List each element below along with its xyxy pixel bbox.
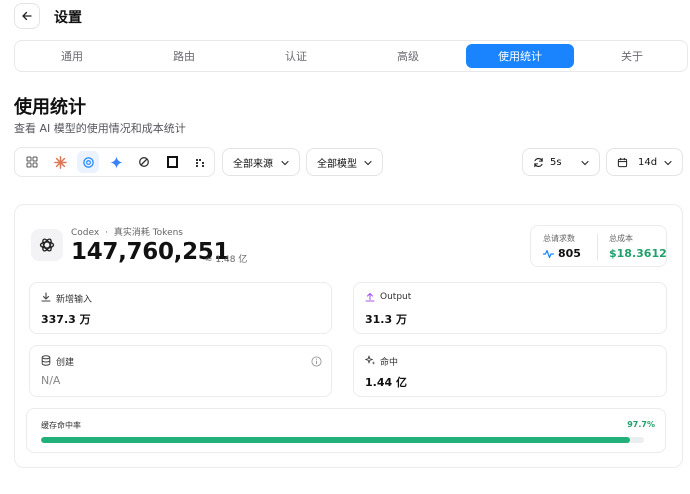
- top-bar: 设置: [0, 0, 690, 32]
- create-value: N/A: [41, 374, 61, 387]
- calendar-icon: [617, 157, 628, 168]
- cache-hit-rate-value: 97.7%: [627, 420, 655, 429]
- tokens-label: 真实消耗 Tokens: [113, 228, 184, 238]
- provider-square-button[interactable]: [161, 151, 183, 173]
- refresh-interval-label: 5s: [550, 156, 562, 168]
- tab-about[interactable]: 关于: [578, 44, 686, 68]
- refresh-icon: [534, 157, 543, 168]
- requests-value: 805: [558, 247, 581, 260]
- section-title: 使用统计: [14, 97, 86, 118]
- upload-icon: [365, 292, 375, 302]
- grid-icon: [26, 156, 38, 168]
- provider-all-button[interactable]: [21, 151, 43, 173]
- caption-separator: ·: [105, 228, 108, 238]
- usage-stats-card: Codex · 真实消耗 Tokens 147,760,251 ≈ 1.48 亿…: [14, 204, 683, 468]
- arrow-left-icon: [22, 11, 32, 21]
- claude-icon: [53, 155, 67, 169]
- input-metric: 新增输入 337.3 万: [29, 282, 332, 334]
- page-title: 设置: [54, 10, 82, 26]
- pi-provider-icon: [195, 158, 204, 167]
- create-label: 创建: [56, 358, 75, 368]
- cost-label: 总成本: [609, 234, 633, 243]
- input-label: 新增输入: [56, 295, 93, 305]
- create-metric: 创建 N/A: [29, 345, 332, 397]
- refresh-provider-icon: [139, 157, 149, 167]
- section-subtitle: 查看 AI 模型的使用情况和成本统计: [14, 122, 186, 135]
- info-icon[interactable]: [311, 356, 322, 367]
- cost-value: $18.3612: [609, 247, 667, 260]
- tab-general[interactable]: 通用: [18, 44, 126, 68]
- model-dropdown[interactable]: 全部模型: [306, 148, 383, 176]
- tab-auth[interactable]: 认证: [242, 44, 350, 68]
- sparkles-icon: [365, 355, 376, 365]
- cache-hit-rate-track: [41, 437, 644, 443]
- output-metric: Output 31.3 万: [353, 282, 667, 334]
- summary-box: 总请求数 805 总成本 $18.3612: [530, 225, 667, 267]
- summary-divider: [597, 234, 598, 260]
- output-label: Output: [380, 292, 412, 302]
- provider-pi-button[interactable]: [189, 151, 211, 173]
- cache-hit-rate: 缓存命中率 97.7%: [26, 408, 666, 453]
- input-value: 337.3 万: [41, 313, 91, 326]
- hit-label: 命中: [380, 358, 399, 368]
- square-provider-icon: [166, 156, 178, 168]
- date-range-dropdown[interactable]: 14d: [606, 148, 683, 176]
- cache-hit-rate-label: 缓存命中率: [41, 421, 81, 430]
- provider-selector: [14, 147, 215, 177]
- cache-hit-rate-fill: [41, 437, 631, 443]
- gemini-icon: [109, 155, 123, 169]
- source-dropdown[interactable]: 全部来源: [222, 148, 300, 176]
- provider-name: Codex: [71, 228, 100, 238]
- settings-tabbar: 通用 路由 认证 高级 使用统计 关于: [14, 40, 688, 72]
- chevron-down-icon: [664, 160, 672, 166]
- refresh-interval-dropdown[interactable]: 5s: [522, 148, 600, 176]
- database-icon: [41, 355, 51, 366]
- token-caption: Codex · 真实消耗 Tokens: [71, 225, 183, 238]
- model-dropdown-label: 全部模型: [317, 158, 357, 170]
- provider-avatar: [31, 229, 63, 261]
- tab-usage-stats[interactable]: 使用统计: [466, 44, 574, 68]
- chevron-down-icon: [364, 160, 372, 166]
- total-tokens-approx: ≈ 1.48 亿: [205, 255, 248, 265]
- output-value: 31.3 万: [365, 313, 407, 326]
- requests-label: 总请求数: [543, 234, 575, 243]
- tab-routing[interactable]: 路由: [130, 44, 238, 68]
- provider-refresh-button[interactable]: [133, 151, 155, 173]
- provider-gemini-button[interactable]: [105, 151, 127, 173]
- hit-value: 1.44 亿: [365, 376, 407, 389]
- provider-claude-button[interactable]: [49, 151, 71, 173]
- source-dropdown-label: 全部来源: [233, 158, 273, 170]
- openai-icon: [39, 238, 55, 252]
- activity-icon: [543, 249, 554, 259]
- hit-metric: 命中 1.44 亿: [353, 345, 667, 397]
- date-range-label: 14d: [638, 156, 658, 168]
- openai-icon: [82, 156, 94, 168]
- chevron-down-icon: [281, 160, 289, 166]
- tab-advanced[interactable]: 高级: [354, 44, 462, 68]
- download-icon: [41, 292, 51, 302]
- back-button[interactable]: [14, 3, 40, 29]
- chevron-down-icon: [581, 160, 589, 166]
- provider-openai-button[interactable]: [77, 151, 99, 173]
